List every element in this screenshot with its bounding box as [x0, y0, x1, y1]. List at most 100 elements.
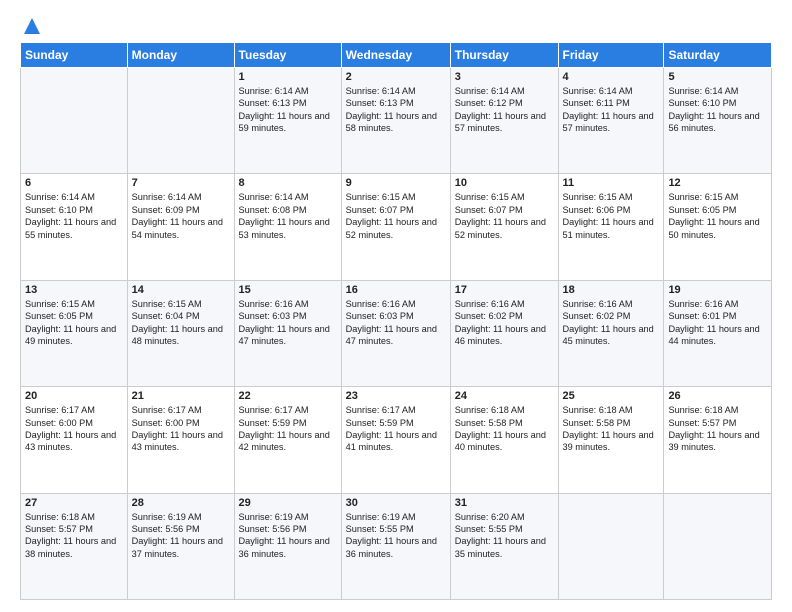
cell-content: Sunrise: 6:15 AMSunset: 6:07 PMDaylight:…: [346, 191, 446, 241]
day-number: 6: [25, 177, 123, 189]
day-number: 13: [25, 284, 123, 296]
calendar-cell: 21 Sunrise: 6:17 AMSunset: 6:00 PMDayligh…: [127, 387, 234, 493]
day-number: 3: [455, 71, 554, 83]
cell-content: Sunrise: 6:14 AMSunset: 6:13 PMDaylight:…: [239, 85, 337, 135]
day-number: 4: [563, 71, 660, 83]
calendar-cell: 13Sunrise: 6:15 AMSunset: 6:05 PMDayligh…: [21, 280, 128, 386]
calendar-table: SundayMondayTuesdayWednesdayThursdayFrid…: [20, 42, 772, 600]
calendar-cell: 17 Sunrise: 6:16 AMSunset: 6:02 PMDayligh…: [450, 280, 558, 386]
calendar-cell: 11Sunrise: 6:15 AMSunset: 6:06 PMDayligh…: [558, 174, 664, 280]
logo: [20, 16, 42, 32]
day-number: 8: [239, 177, 337, 189]
calendar-week-row: 1 Sunrise: 6:14 AMSunset: 6:13 PMDaylight…: [21, 68, 772, 174]
cell-content: Sunrise: 6:15 AMSunset: 6:07 PMDaylight:…: [455, 191, 554, 241]
calendar-cell: 25Sunrise: 6:18 AMSunset: 5:58 PMDayligh…: [558, 387, 664, 493]
calendar-cell: 3 Sunrise: 6:14 AMSunset: 6:12 PMDaylight…: [450, 68, 558, 174]
calendar-header-row: SundayMondayTuesdayWednesdayThursdayFrid…: [21, 43, 772, 68]
cell-content: Sunrise: 6:19 AMSunset: 5:55 PMDaylight:…: [346, 511, 446, 561]
calendar-cell: 23 Sunrise: 6:17 AMSunset: 5:59 PMDayligh…: [341, 387, 450, 493]
calendar-cell: 15 Sunrise: 6:16 AMSunset: 6:03 PMDayligh…: [234, 280, 341, 386]
cell-content: Sunrise: 6:18 AMSunset: 5:57 PMDaylight:…: [25, 511, 123, 561]
day-number: 28: [132, 497, 230, 509]
day-number: 15: [239, 284, 337, 296]
cell-content: Sunrise: 6:19 AMSunset: 5:56 PMDaylight:…: [239, 511, 337, 561]
calendar-cell: 30 Sunrise: 6:19 AMSunset: 5:55 PMDayligh…: [341, 493, 450, 599]
day-number: 21: [132, 390, 230, 402]
calendar-cell: 22 Sunrise: 6:17 AMSunset: 5:59 PMDayligh…: [234, 387, 341, 493]
cell-content: Sunrise: 6:16 AMSunset: 6:02 PMDaylight:…: [563, 298, 660, 348]
day-number: 20: [25, 390, 123, 402]
day-number: 1: [239, 71, 337, 83]
calendar-week-row: 27 Sunrise: 6:18 AMSunset: 5:57 PMDayligh…: [21, 493, 772, 599]
column-header-friday: Friday: [558, 43, 664, 68]
calendar-week-row: 6 Sunrise: 6:14 AMSunset: 6:10 PMDaylight…: [21, 174, 772, 280]
column-header-wednesday: Wednesday: [341, 43, 450, 68]
calendar-cell: 27 Sunrise: 6:18 AMSunset: 5:57 PMDayligh…: [21, 493, 128, 599]
calendar-cell: 4 Sunrise: 6:14 AMSunset: 6:11 PMDaylight…: [558, 68, 664, 174]
day-number: 9: [346, 177, 446, 189]
cell-content: Sunrise: 6:17 AMSunset: 6:00 PMDaylight:…: [132, 404, 230, 454]
calendar-cell: 14 Sunrise: 6:15 AMSunset: 6:04 PMDayligh…: [127, 280, 234, 386]
day-number: 18: [563, 284, 660, 296]
calendar-cell: 29 Sunrise: 6:19 AMSunset: 5:56 PMDayligh…: [234, 493, 341, 599]
calendar-cell: 16 Sunrise: 6:16 AMSunset: 6:03 PMDayligh…: [341, 280, 450, 386]
cell-content: Sunrise: 6:15 AMSunset: 6:05 PMDaylight:…: [668, 191, 767, 241]
column-header-thursday: Thursday: [450, 43, 558, 68]
calendar-cell: [664, 493, 772, 599]
cell-content: Sunrise: 6:16 AMSunset: 6:03 PMDaylight:…: [346, 298, 446, 348]
calendar-cell: 12 Sunrise: 6:15 AMSunset: 6:05 PMDayligh…: [664, 174, 772, 280]
cell-content: Sunrise: 6:14 AMSunset: 6:10 PMDaylight:…: [25, 191, 123, 241]
cell-content: Sunrise: 6:15 AMSunset: 6:04 PMDaylight:…: [132, 298, 230, 348]
day-number: 27: [25, 497, 123, 509]
calendar-cell: 9 Sunrise: 6:15 AMSunset: 6:07 PMDaylight…: [341, 174, 450, 280]
cell-content: Sunrise: 6:20 AMSunset: 5:55 PMDaylight:…: [455, 511, 554, 561]
day-number: 22: [239, 390, 337, 402]
day-number: 26: [668, 390, 767, 402]
day-number: 19: [668, 284, 767, 296]
cell-content: Sunrise: 6:16 AMSunset: 6:02 PMDaylight:…: [455, 298, 554, 348]
calendar-cell: 28 Sunrise: 6:19 AMSunset: 5:56 PMDayligh…: [127, 493, 234, 599]
cell-content: Sunrise: 6:14 AMSunset: 6:13 PMDaylight:…: [346, 85, 446, 135]
header: [20, 16, 772, 32]
calendar-cell: [558, 493, 664, 599]
calendar-cell: 24Sunrise: 6:18 AMSunset: 5:58 PMDayligh…: [450, 387, 558, 493]
calendar-cell: [127, 68, 234, 174]
calendar-cell: 19 Sunrise: 6:16 AMSunset: 6:01 PMDayligh…: [664, 280, 772, 386]
cell-content: Sunrise: 6:16 AMSunset: 6:03 PMDaylight:…: [239, 298, 337, 348]
calendar-cell: 10 Sunrise: 6:15 AMSunset: 6:07 PMDayligh…: [450, 174, 558, 280]
day-number: 2: [346, 71, 446, 83]
cell-content: Sunrise: 6:18 AMSunset: 5:58 PMDaylight:…: [455, 404, 554, 454]
logo-icon: [22, 16, 42, 36]
cell-content: Sunrise: 6:14 AMSunset: 6:12 PMDaylight:…: [455, 85, 554, 135]
cell-content: Sunrise: 6:18 AMSunset: 5:58 PMDaylight:…: [563, 404, 660, 454]
cell-content: Sunrise: 6:17 AMSunset: 5:59 PMDaylight:…: [239, 404, 337, 454]
column-header-sunday: Sunday: [21, 43, 128, 68]
day-number: 10: [455, 177, 554, 189]
column-header-monday: Monday: [127, 43, 234, 68]
calendar-cell: 7 Sunrise: 6:14 AMSunset: 6:09 PMDaylight…: [127, 174, 234, 280]
day-number: 29: [239, 497, 337, 509]
day-number: 14: [132, 284, 230, 296]
calendar-cell: 6 Sunrise: 6:14 AMSunset: 6:10 PMDaylight…: [21, 174, 128, 280]
day-number: 30: [346, 497, 446, 509]
cell-content: Sunrise: 6:14 AMSunset: 6:08 PMDaylight:…: [239, 191, 337, 241]
calendar-cell: 20Sunrise: 6:17 AMSunset: 6:00 PMDayligh…: [21, 387, 128, 493]
day-number: 23: [346, 390, 446, 402]
calendar-week-row: 20 Sunrise: 6:17 AMSunset: 6:00 PMDayligh…: [21, 387, 772, 493]
column-header-saturday: Saturday: [664, 43, 772, 68]
calendar-cell: 2 Sunrise: 6:14 AMSunset: 6:13 PMDaylight…: [341, 68, 450, 174]
day-number: 31: [455, 497, 554, 509]
day-number: 7: [132, 177, 230, 189]
cell-content: Sunrise: 6:17 AMSunset: 5:59 PMDaylight:…: [346, 404, 446, 454]
calendar-cell: 18 Sunrise: 6:16 AMSunset: 6:02 PMDayligh…: [558, 280, 664, 386]
cell-content: Sunrise: 6:16 AMSunset: 6:01 PMDaylight:…: [668, 298, 767, 348]
day-number: 5: [668, 71, 767, 83]
column-header-tuesday: Tuesday: [234, 43, 341, 68]
cell-content: Sunrise: 6:19 AMSunset: 5:56 PMDaylight:…: [132, 511, 230, 561]
day-number: 16: [346, 284, 446, 296]
day-number: 17: [455, 284, 554, 296]
day-number: 12: [668, 177, 767, 189]
cell-content: Sunrise: 6:14 AMSunset: 6:09 PMDaylight:…: [132, 191, 230, 241]
cell-content: Sunrise: 6:14 AMSunset: 6:11 PMDaylight:…: [563, 85, 660, 135]
day-number: 11: [563, 177, 660, 189]
